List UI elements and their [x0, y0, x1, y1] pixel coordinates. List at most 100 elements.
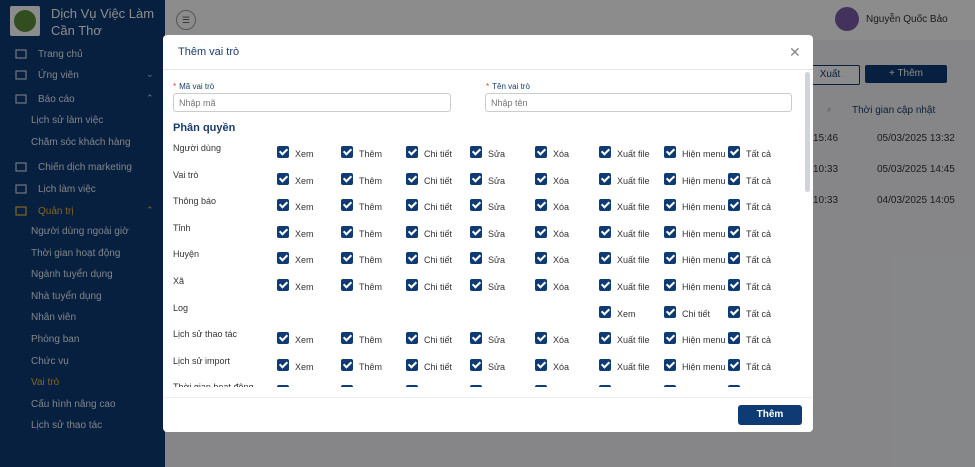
permission-checkbox[interactable]: [277, 225, 289, 238]
checkbox-label: Xuất file: [617, 228, 650, 239]
permission-checkbox[interactable]: [470, 225, 482, 238]
permission-checkbox[interactable]: [341, 385, 353, 387]
permission-checkbox[interactable]: [470, 146, 482, 158]
permission-checkbox[interactable]: [341, 279, 353, 291]
permission-checkbox[interactable]: [599, 252, 611, 265]
permission-checkbox[interactable]: [341, 199, 353, 212]
permission-checkbox[interactable]: [406, 199, 418, 212]
permission-checkbox[interactable]: [535, 252, 547, 265]
permission-checkbox[interactable]: [470, 358, 482, 371]
checkbox-label: Thêm: [359, 149, 383, 159]
permission-checkbox[interactable]: [535, 279, 547, 291]
permission-checkbox[interactable]: [277, 358, 289, 371]
permission-checkbox[interactable]: [599, 385, 611, 387]
permission-checkbox[interactable]: [599, 305, 611, 318]
permission-checkbox[interactable]: [728, 332, 740, 345]
permission-checkbox[interactable]: [535, 146, 547, 158]
scrollbar[interactable]: [805, 72, 810, 192]
close-icon[interactable]: ✕: [789, 44, 801, 61]
permission-checkbox[interactable]: [599, 358, 611, 371]
permission-row: Xã Xem Thêm Chi tiết Sửa Xóa Xuất file Hiện men…: [163, 276, 803, 303]
permission-checkbox[interactable]: [664, 252, 676, 265]
checkbox-label: Xem: [295, 228, 314, 239]
permission-checkbox[interactable]: [664, 358, 676, 371]
permission-checkbox[interactable]: [728, 385, 740, 387]
permission-checkbox[interactable]: [664, 305, 676, 318]
permission-checkbox[interactable]: [664, 199, 676, 212]
permission-checkbox[interactable]: [664, 172, 676, 185]
role-name-input[interactable]: [485, 93, 792, 112]
checkbox-label: Xóa: [553, 175, 570, 186]
permission-checkbox[interactable]: [406, 252, 418, 265]
role-name-label: * Tên vai trò: [486, 82, 530, 91]
submit-button[interactable]: Thêm: [738, 405, 802, 425]
permission-checkbox[interactable]: [406, 172, 418, 185]
permission-checkbox[interactable]: [341, 225, 353, 238]
permission-checkbox[interactable]: [341, 358, 353, 371]
checkbox-label: Xem: [617, 308, 636, 319]
permission-checkbox[interactable]: [341, 172, 353, 185]
add-role-dialog: Thêm vai trò ✕ *Mã vai trò *Tên vai trò …: [163, 35, 813, 432]
permission-row: Tỉnh Xem Thêm Chi tiết Sửa Xóa Xuất file Hiện m…: [163, 223, 803, 250]
permission-checkbox[interactable]: [406, 358, 418, 371]
checkbox-label: Xuất file: [617, 335, 650, 346]
checkbox-label: Xuất file: [617, 361, 650, 372]
permission-checkbox[interactable]: [664, 146, 676, 158]
permission-checkbox[interactable]: [470, 332, 482, 345]
permission-checkbox[interactable]: [664, 225, 676, 238]
checkbox-label: Chi tiết: [424, 282, 453, 292]
permission-checkbox[interactable]: [470, 199, 482, 212]
checkbox-label: Chi tiết: [424, 361, 453, 372]
checkbox-label: Chi tiết: [424, 228, 453, 239]
permission-checkbox[interactable]: [664, 279, 676, 291]
checkbox-label: Tất cả: [746, 202, 772, 213]
permission-checkbox[interactable]: [535, 172, 547, 185]
permission-checkbox[interactable]: [470, 385, 482, 387]
permission-checkbox[interactable]: [277, 279, 289, 291]
permission-checkbox[interactable]: [728, 305, 740, 318]
permission-checkbox[interactable]: [535, 225, 547, 238]
permission-checkbox[interactable]: [277, 385, 289, 387]
permission-checkbox[interactable]: [728, 146, 740, 158]
permission-checkbox[interactable]: [406, 385, 418, 387]
permission-row: Vai trò Xem Thêm Chi tiết Sửa Xóa Xuất file Hiệ…: [163, 170, 803, 197]
permission-checkbox[interactable]: [599, 146, 611, 158]
permission-checkbox[interactable]: [728, 225, 740, 238]
permission-checkbox[interactable]: [728, 172, 740, 185]
permission-checkbox[interactable]: [470, 172, 482, 185]
permission-checkbox[interactable]: [535, 332, 547, 345]
permission-checkbox[interactable]: [535, 358, 547, 371]
permission-checkbox[interactable]: [277, 199, 289, 212]
checkbox-label: Xuất file: [617, 202, 650, 213]
permission-checkbox[interactable]: [277, 252, 289, 265]
permission-checkbox[interactable]: [535, 199, 547, 212]
permission-checkbox[interactable]: [470, 279, 482, 291]
permission-checkbox[interactable]: [277, 146, 289, 158]
permission-row: Thời gian hoạt độngXemThêmChi tiếtSửaXóa…: [163, 382, 803, 387]
permission-checkbox[interactable]: [664, 332, 676, 345]
checkbox-label: Chi tiết: [424, 202, 453, 213]
permission-checkbox[interactable]: [341, 332, 353, 345]
permission-checkbox[interactable]: [406, 225, 418, 238]
permission-checkbox[interactable]: [341, 146, 353, 158]
permission-checkbox[interactable]: [728, 252, 740, 265]
permission-checkbox[interactable]: [728, 199, 740, 212]
checkbox-label: Tất cả: [746, 255, 772, 266]
permission-checkbox[interactable]: [728, 279, 740, 291]
permission-checkbox[interactable]: [470, 252, 482, 265]
permission-checkbox[interactable]: [277, 332, 289, 345]
permission-checkbox[interactable]: [341, 252, 353, 265]
role-code-input[interactable]: [173, 93, 451, 112]
permission-checkbox[interactable]: [599, 199, 611, 212]
permission-checkbox[interactable]: [406, 332, 418, 345]
permission-checkbox[interactable]: [664, 385, 676, 387]
permission-checkbox[interactable]: [728, 358, 740, 371]
permission-checkbox[interactable]: [535, 385, 547, 387]
permission-checkbox[interactable]: [599, 225, 611, 238]
permission-checkbox[interactable]: [599, 279, 611, 291]
permission-checkbox[interactable]: [599, 332, 611, 345]
permission-checkbox[interactable]: [599, 172, 611, 185]
permission-checkbox[interactable]: [277, 172, 289, 185]
permission-checkbox[interactable]: [406, 146, 418, 158]
permission-checkbox[interactable]: [406, 279, 418, 291]
